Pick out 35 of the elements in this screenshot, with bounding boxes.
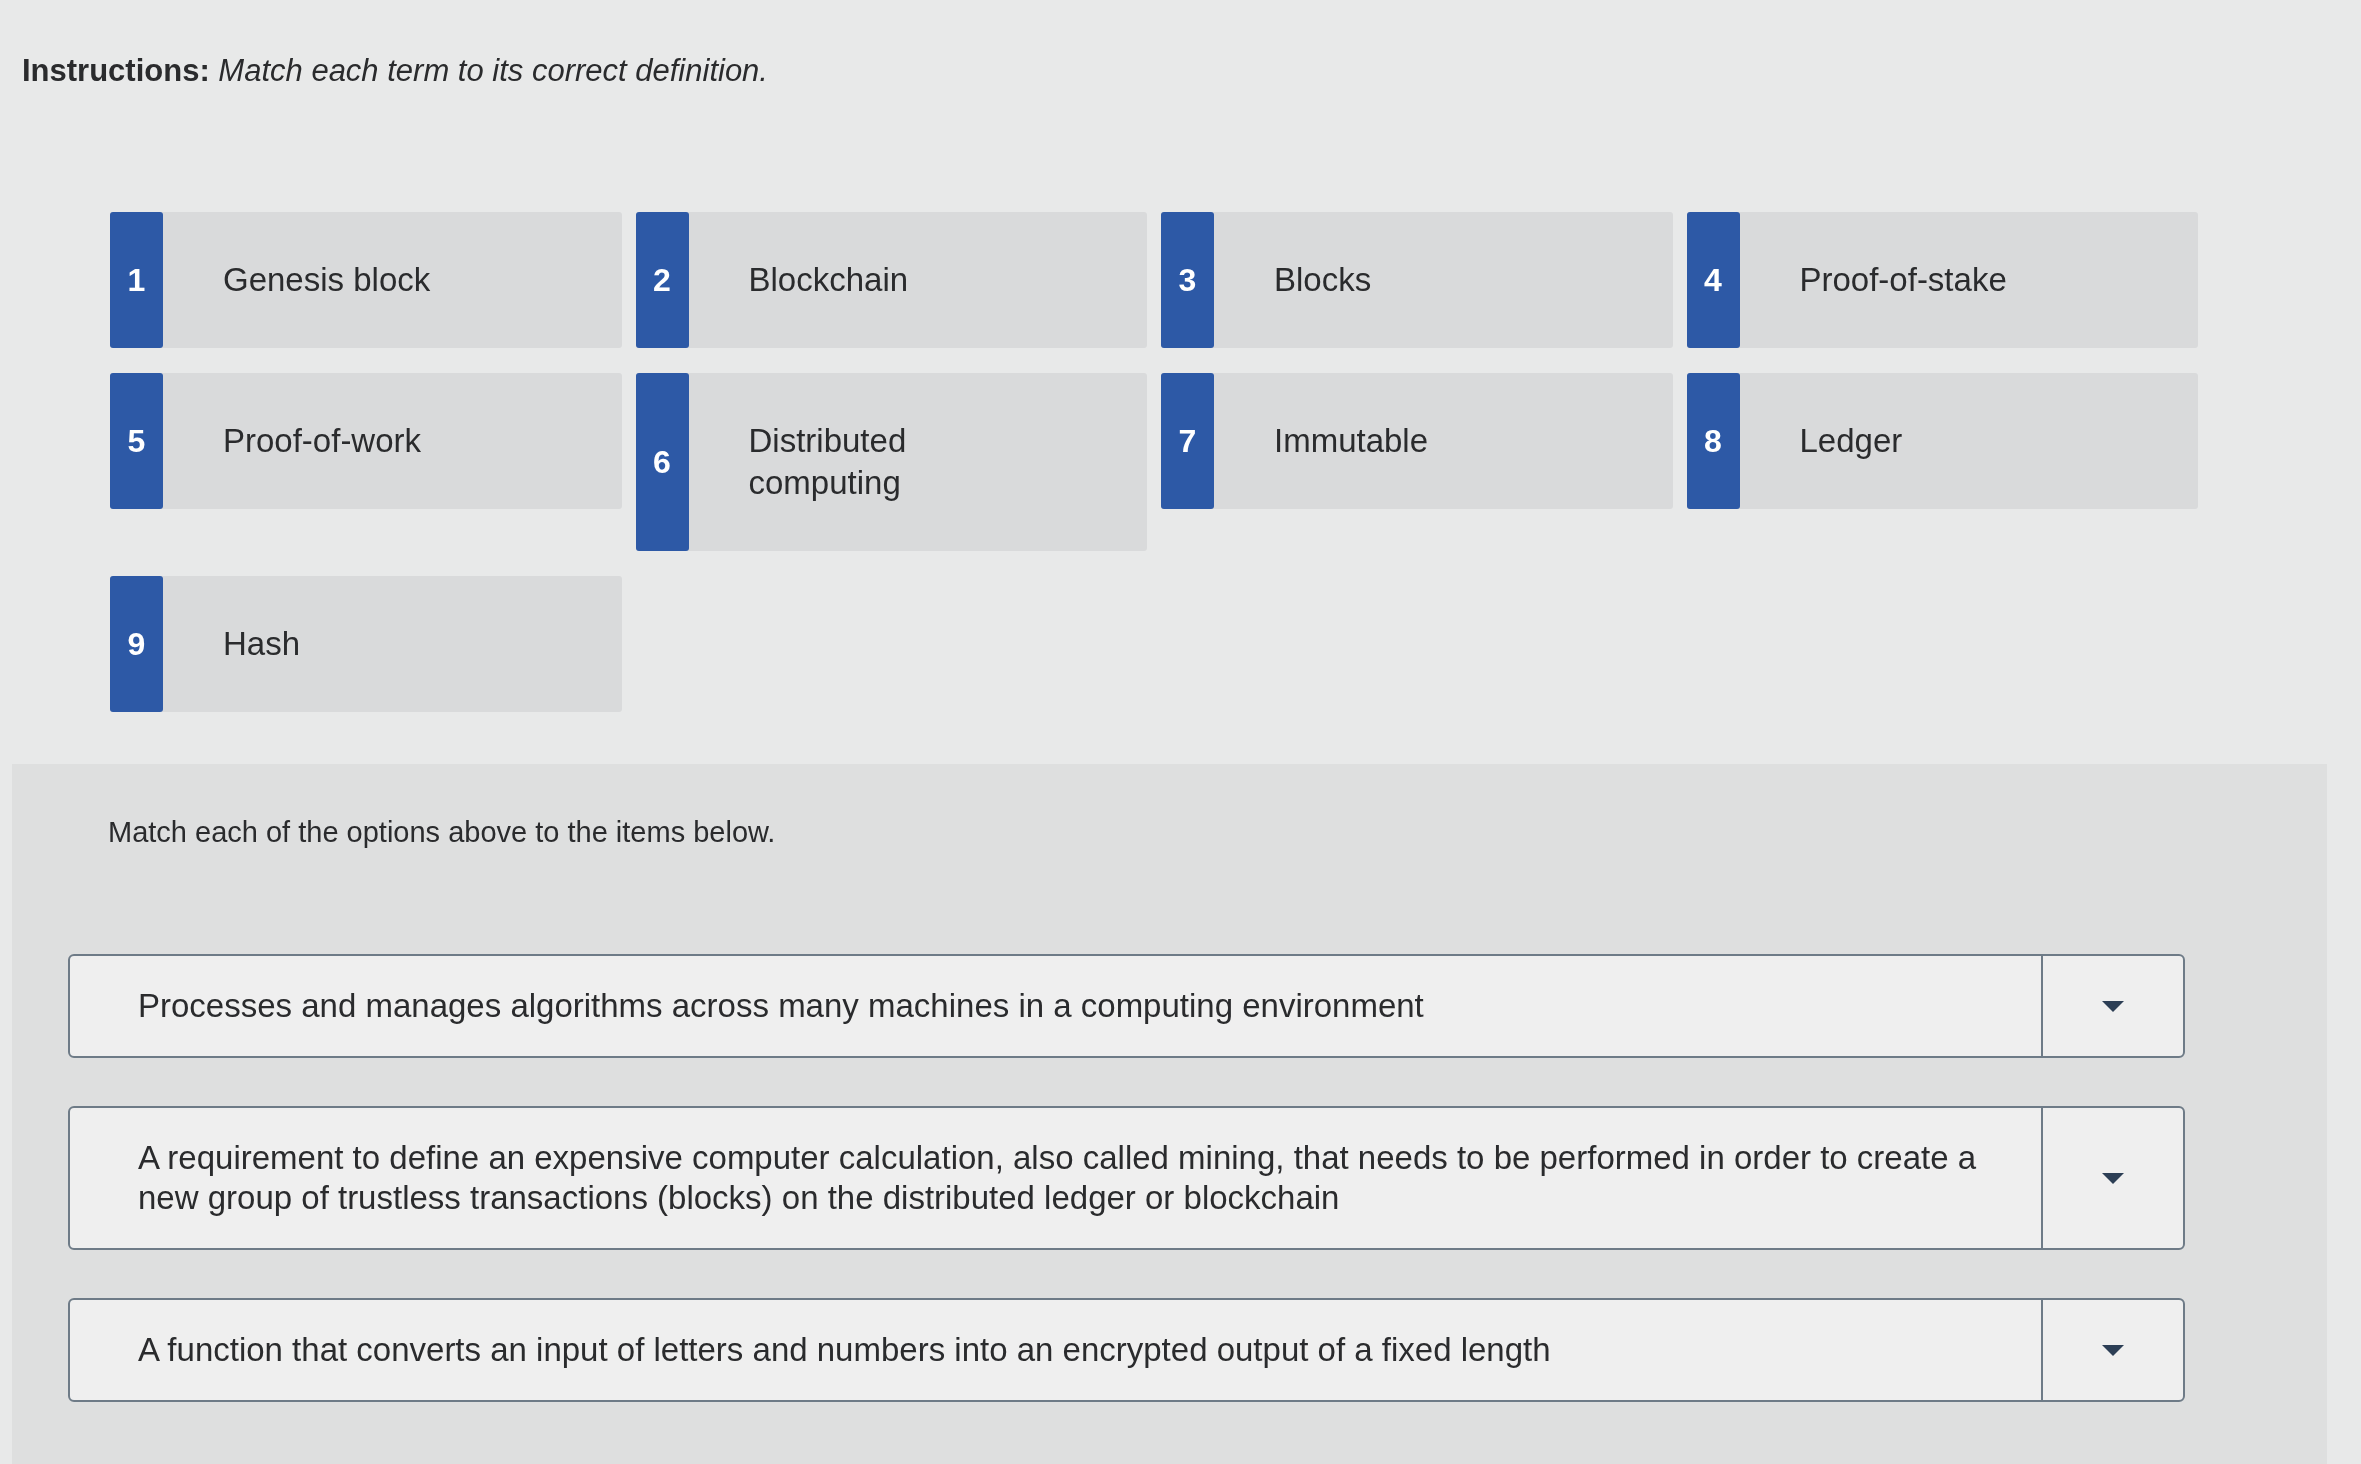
option-term: Blocks bbox=[1274, 260, 1372, 300]
caret-icon bbox=[2102, 1172, 2124, 1184]
option-term: Ledger bbox=[1799, 421, 1903, 461]
option-card[interactable]: 4 Proof-of-stake bbox=[1686, 212, 2198, 348]
option-term: Hash bbox=[223, 624, 301, 664]
option-card[interactable]: 7 Immutable bbox=[1161, 373, 1673, 509]
number-badge: 1 bbox=[110, 212, 163, 348]
caret-icon bbox=[2102, 1344, 2124, 1356]
number-badge: 3 bbox=[1161, 212, 1214, 348]
option-term: Proof-of-stake bbox=[1799, 260, 2007, 300]
number-badge: 6 bbox=[635, 373, 689, 551]
answer-dropdown[interactable]: A requirement to define an expensive computer calculation, also called mining, that needs to be performed in order to create a new group of trustless transactions (blocks) on the distributed ledger or blockchain bbox=[68, 1106, 2185, 1250]
option-term: Distributed computing bbox=[748, 421, 908, 503]
option-term: Genesis block bbox=[223, 260, 431, 300]
option-card[interactable]: 6 Distributed computing bbox=[635, 373, 1147, 551]
prompt-text: Match each of the options above to the items below. bbox=[108, 815, 776, 850]
number-badge: 2 bbox=[635, 212, 689, 348]
number-badge: 7 bbox=[1161, 373, 1214, 509]
option-term: Blockchain bbox=[748, 260, 909, 300]
option-term: Proof-of-work bbox=[223, 421, 422, 461]
number-badge: 9 bbox=[110, 576, 163, 712]
caret-icon bbox=[2102, 1000, 2124, 1012]
number-badge: 5 bbox=[110, 373, 163, 509]
option-card[interactable]: 9 Hash bbox=[110, 576, 622, 712]
number-badge: 8 bbox=[1686, 373, 1740, 509]
answer-dropdown[interactable]: Processes and manages algorithms across many machines in a computing environment bbox=[68, 954, 2185, 1058]
answer-dropdown[interactable]: A function that converts an input of letters and numbers into an encrypted output of a fixed length bbox=[68, 1298, 2185, 1402]
number-badge: 4 bbox=[1686, 212, 1740, 348]
option-card[interactable]: 8 Ledger bbox=[1686, 373, 2198, 509]
instructions-text: Instructions: Match each term to its correct definition. bbox=[22, 52, 768, 90]
option-card[interactable]: 1 Genesis block bbox=[110, 212, 622, 348]
option-term: Immutable bbox=[1274, 421, 1429, 461]
option-card[interactable]: 5 Proof-of-work bbox=[110, 373, 622, 509]
option-card[interactable]: 2 Blockchain bbox=[635, 212, 1147, 348]
option-card[interactable]: 3 Blocks bbox=[1161, 212, 1673, 348]
